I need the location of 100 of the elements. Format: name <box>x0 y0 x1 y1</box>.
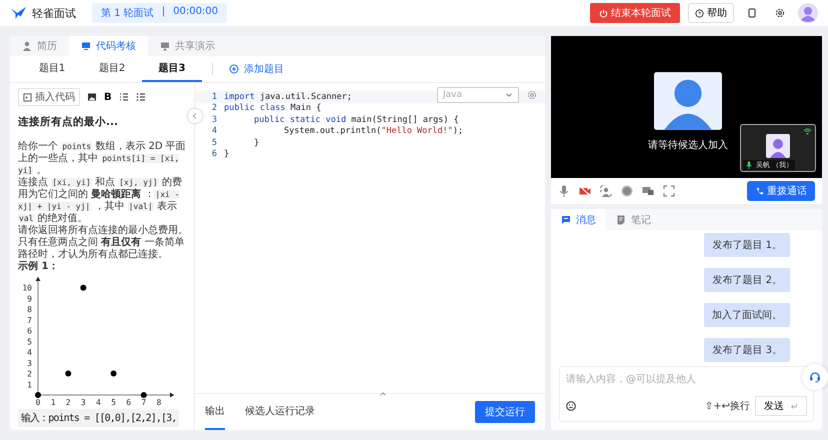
tick-label: 2 <box>66 398 71 407</box>
return-key-icon <box>790 402 798 410</box>
code-line: } <box>224 149 230 160</box>
screen-share-icon[interactable] <box>642 185 654 197</box>
problem-paragraph: 给你一个 points 数组，表示 2D 平面上的一些点，其中 points[i] = [xi, yi] 。 <box>18 141 187 176</box>
code-line: import java.util.Scanner; <box>224 92 352 102</box>
monitor-icon <box>81 41 91 51</box>
code-line: public class Main { <box>224 103 322 114</box>
tick-label: 10 <box>22 284 32 293</box>
blur-background-icon[interactable] <box>600 185 612 197</box>
record-icon[interactable] <box>621 185 633 197</box>
send-button[interactable]: 发送 <box>755 396 807 416</box>
line-number: 2 <box>210 103 218 114</box>
help-button[interactable]: 帮助 <box>688 3 734 23</box>
line-number: 4 <box>210 126 218 136</box>
chevron-up-icon[interactable] <box>379 390 387 398</box>
chat-message: 发布了题目 1。 <box>704 233 790 258</box>
tick-label: 7 <box>141 398 146 407</box>
problem-tab[interactable]: 题目3 <box>142 56 202 82</box>
submit-run-button[interactable]: 提交运行 <box>475 401 535 423</box>
person-placeholder-icon <box>654 72 722 130</box>
message-input[interactable]: 请输入内容，@可以提及他人 ⇧+↩换行 发送 <box>559 366 814 422</box>
power-icon <box>599 8 608 18</box>
avatar-icon[interactable] <box>798 3 818 23</box>
tick-label: 4 <box>27 348 32 358</box>
help-icon <box>695 8 704 18</box>
headset-icon <box>809 371 821 383</box>
line-number: 1 <box>210 92 218 102</box>
tick-label: 0 <box>36 398 40 407</box>
microphone-icon <box>745 161 753 169</box>
numbered-list-icon[interactable] <box>118 92 129 102</box>
data-point <box>110 370 117 377</box>
bulleted-list-icon[interactable] <box>136 92 146 102</box>
message-icon <box>561 214 571 225</box>
bird-logo-icon <box>10 6 28 20</box>
phone-icon <box>755 186 764 196</box>
fullscreen-icon[interactable] <box>663 185 675 197</box>
code-line: System.out.println("Hello World!"); <box>284 126 464 136</box>
chat-tab[interactable]: 消息 <box>551 209 606 230</box>
add-problem-button[interactable]: 添加题目 <box>223 61 290 77</box>
separator: | <box>162 6 166 19</box>
tick-label: 1 <box>50 398 56 407</box>
bold-button[interactable]: B <box>104 92 112 102</box>
newline-hint: ⇧+↩换行 <box>704 400 750 413</box>
line-number: 3 <box>210 114 218 125</box>
insert-code-button[interactable]: 插入代码 <box>18 88 80 106</box>
tick-label: 3 <box>27 358 32 368</box>
redial-button[interactable]: 重拨通话 <box>747 181 815 201</box>
person-placeholder-icon <box>766 134 790 158</box>
tick-label: 1 <box>27 380 32 390</box>
chat-message: 发布了题目 3。 <box>704 338 790 362</box>
timer: 00:00:00 <box>173 6 218 19</box>
panel-tab[interactable]: 代码考核 <box>69 36 148 56</box>
line-number: 6 <box>210 149 218 160</box>
image-icon[interactable] <box>87 92 97 102</box>
tick-label: 7 <box>27 316 32 325</box>
collapse-button[interactable] <box>188 109 202 123</box>
settings-icon[interactable] <box>775 8 785 18</box>
tick-label: 4 <box>96 398 101 407</box>
data-point <box>35 392 41 398</box>
tick-label: 6 <box>27 326 32 336</box>
output-tab[interactable]: 输出 <box>205 394 225 430</box>
problem-tab[interactable]: 题目1 <box>22 56 82 82</box>
tick-label: 3 <box>80 398 86 407</box>
chevron-down-icon <box>505 91 513 99</box>
microphone-icon[interactable] <box>558 185 570 197</box>
line-number: 5 <box>210 138 218 148</box>
screen-share-icon <box>160 41 170 51</box>
tick-label: 8 <box>156 398 162 407</box>
problem-paragraph: 示例 1： <box>18 261 60 273</box>
camera-off-icon[interactable] <box>579 185 591 197</box>
wifi-icon <box>803 128 812 135</box>
waiting-message: 请等待候选人加入 <box>648 138 728 152</box>
logo-text: 轻雀面试 <box>32 6 76 20</box>
end-interview-button[interactable]: 结束本轮面试 <box>590 3 680 23</box>
person-icon <box>22 41 32 51</box>
tick-label: 9 <box>27 294 32 304</box>
note-icon <box>616 214 626 225</box>
chat-message: 加入了面试间。 <box>704 303 790 328</box>
problem-paragraph: 连接点 [xi, yi] 和点 [xj, yj] 的费用为它们之间的 曼哈顿距离 ：|xi - xj| + |yi - yj| ，其中 |val| 表示 val 的绝对值。 <box>18 177 183 224</box>
code-line: public static void main(String[] args) { <box>254 114 459 125</box>
tablet-icon[interactable] <box>747 8 757 18</box>
output-tab[interactable]: 候选人运行记录 <box>245 394 315 430</box>
problem-tab[interactable]: 题目2 <box>82 56 142 82</box>
plus-icon <box>229 64 239 74</box>
problem-paragraph: 请你返回将所有点连接的最小总费用。只有任意两点之间 有且仅有 一条简单路径时，才认为所有点都已连接。 <box>18 225 189 260</box>
code-block-icon <box>23 92 32 102</box>
data-point <box>65 370 72 377</box>
code-line: } <box>254 138 260 148</box>
chat-message: 发布了题目 2。 <box>704 268 790 292</box>
problem-title: 连接所有点的最小... <box>18 115 119 129</box>
emoji-icon[interactable] <box>566 401 576 411</box>
tick-label: 5 <box>27 337 32 346</box>
data-point <box>140 392 147 398</box>
tick-label: 5 <box>111 398 116 407</box>
round-label: 第 1 轮面试 <box>101 6 154 20</box>
tick-label: 6 <box>126 398 132 407</box>
tick-label: 2 <box>27 370 32 379</box>
data-point <box>80 284 86 291</box>
tick-label: 8 <box>27 305 32 314</box>
